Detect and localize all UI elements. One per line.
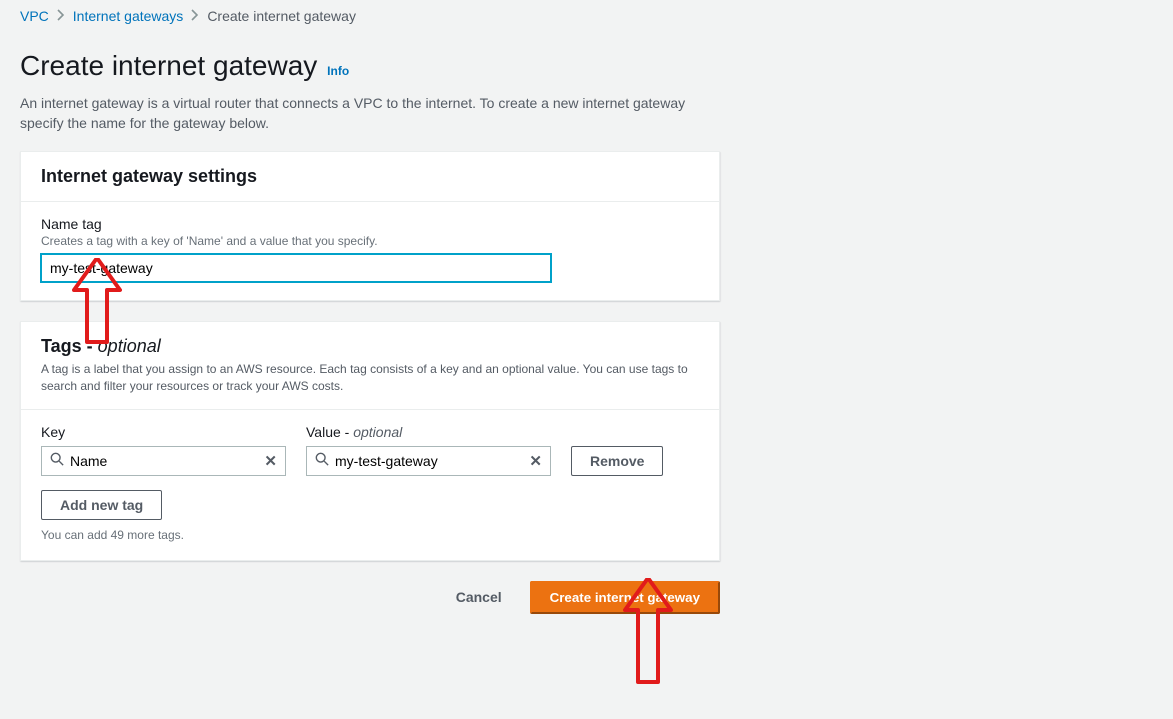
tags-panel: Tags - optional A tag is a label that yo…: [20, 321, 720, 561]
breadcrumb-vpc[interactable]: VPC: [20, 8, 49, 24]
name-tag-hint: Creates a tag with a key of 'Name' and a…: [41, 234, 699, 248]
clear-icon[interactable]: ✕: [256, 452, 285, 470]
name-tag-input[interactable]: [41, 254, 551, 282]
search-icon: [307, 452, 335, 469]
tag-value-label-prefix: Value -: [306, 424, 353, 440]
chevron-right-icon: [191, 8, 199, 24]
clear-icon[interactable]: ✕: [521, 452, 550, 470]
page-content: Create internet gateway Info An internet…: [0, 32, 740, 634]
tags-panel-desc: A tag is a label that you assign to an A…: [41, 361, 699, 395]
tag-limit-text: You can add 49 more tags.: [41, 528, 699, 542]
tags-title-optional: optional: [98, 336, 161, 356]
tags-panel-title: Tags - optional: [41, 336, 699, 357]
add-new-tag-button[interactable]: Add new tag: [41, 490, 162, 520]
name-tag-label: Name tag: [41, 216, 699, 232]
settings-panel-header: Internet gateway settings: [21, 152, 719, 202]
breadcrumbs: VPC Internet gateways Create internet ga…: [0, 0, 1173, 32]
action-bar: Cancel Create internet gateway: [20, 581, 720, 614]
breadcrumb-internet-gateways[interactable]: Internet gateways: [73, 8, 184, 24]
tag-value-input-wrap[interactable]: ✕: [306, 446, 551, 476]
breadcrumb-current: Create internet gateway: [207, 8, 356, 24]
tag-key-input-wrap[interactable]: ✕: [41, 446, 286, 476]
create-internet-gateway-button[interactable]: Create internet gateway: [530, 581, 720, 614]
tag-value-label-optional: optional: [353, 424, 402, 440]
settings-panel: Internet gateway settings Name tag Creat…: [20, 151, 720, 301]
remove-tag-button[interactable]: Remove: [571, 446, 663, 476]
tag-row: Key ✕ Value - optional: [41, 424, 699, 476]
tag-value-label: Value - optional: [306, 424, 551, 440]
tag-key-input[interactable]: [70, 453, 256, 469]
tag-value-input[interactable]: [335, 453, 521, 469]
info-link[interactable]: Info: [327, 64, 349, 78]
page-title: Create internet gateway: [20, 50, 317, 82]
tag-key-label: Key: [41, 424, 286, 440]
page-description: An internet gateway is a virtual router …: [20, 94, 720, 133]
cancel-button[interactable]: Cancel: [438, 581, 520, 614]
tags-title-prefix: Tags -: [41, 336, 98, 356]
search-icon: [42, 452, 70, 469]
chevron-right-icon: [57, 8, 65, 24]
settings-panel-title: Internet gateway settings: [41, 166, 699, 187]
tags-panel-header: Tags - optional A tag is a label that yo…: [21, 322, 719, 410]
